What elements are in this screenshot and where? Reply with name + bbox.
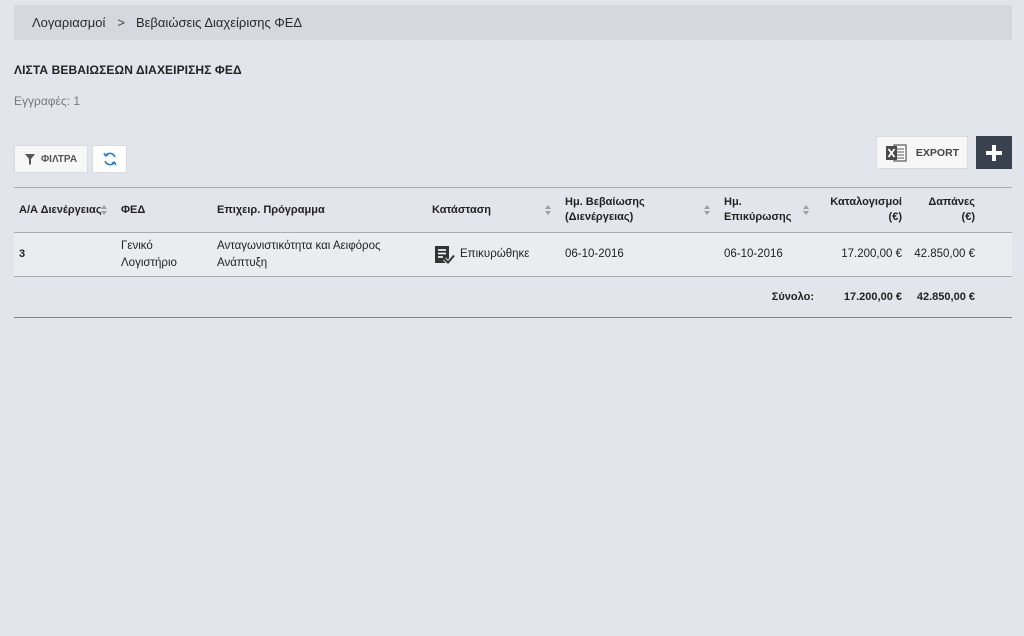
- export-button[interactable]: EXPORT: [876, 136, 968, 169]
- excel-icon: [885, 143, 907, 162]
- breadcrumb-separator: >: [117, 15, 125, 30]
- export-label: EXPORT: [915, 146, 960, 159]
- status-label: Επικυρώθηκε: [460, 248, 530, 260]
- table-total-row: Σύνολο: 17.200,00 € 42.850,00 €: [14, 277, 1012, 318]
- add-button[interactable]: [976, 136, 1012, 169]
- records-count: Εγγραφές: 1: [14, 94, 81, 108]
- cell-aa: 3: [19, 248, 26, 260]
- cell-status: Επικυρώθηκε: [434, 233, 564, 276]
- plus-icon: [986, 144, 1002, 161]
- page-title: ΛΙΣΤΑ ΒΕΒΑΙΩΣΕΩΝ ΔΙΑΧΕΙΡΙΣΗΣ ΦΕΔ: [14, 63, 242, 77]
- cell-program: Ανταγωνιστικότητα και Αειφόρος Ανάπτυξη: [217, 239, 381, 269]
- sort-icon[interactable]: [704, 205, 711, 215]
- column-header-confirmation-date[interactable]: Ημ. Βεβαίωσης (Διενέργειας): [565, 188, 665, 232]
- total-charges: 17.200,00 €: [843, 291, 902, 303]
- column-header-status[interactable]: Κατάσταση: [432, 188, 542, 232]
- cell-expenses: 42.850,00 €: [914, 248, 975, 260]
- table-row[interactable]: 3 Γενικό Λογιστήριο Ανταγωνιστικότητα κα…: [14, 232, 1012, 277]
- refresh-icon: [102, 152, 117, 166]
- breadcrumb: Λογαριασμοί > Βεβαιώσεις Διαχείρισης ΦΕΔ: [14, 5, 1012, 40]
- column-header-expenses: Δαπάνες (€): [928, 196, 975, 223]
- column-header-aa[interactable]: Α/Α Διενέργειας: [19, 188, 104, 232]
- filters-label: ΦΙΛΤΡΑ: [40, 153, 78, 165]
- table-header-row: Α/Α Διενέργειας ΦΕΔ Επιχειρ. Πρόγραμμα Κ…: [14, 188, 1012, 232]
- cell-confirmation-date: 06-10-2016: [565, 248, 624, 260]
- sort-icon[interactable]: [803, 205, 810, 215]
- filters-button[interactable]: ΦΙΛΤΡΑ: [14, 145, 88, 173]
- sort-icon[interactable]: [545, 205, 552, 215]
- total-label: Σύνολο:: [771, 291, 814, 303]
- breadcrumb-item-current: Βεβαιώσεις Διαχείρισης ΦΕΔ: [135, 15, 303, 30]
- filter-icon: [24, 153, 35, 165]
- sort-icon[interactable]: [101, 205, 108, 215]
- column-header-validation-date[interactable]: Ημ. Επικύρωσης: [724, 188, 804, 232]
- validated-document-icon: [435, 245, 455, 265]
- column-header-charges: Καταλογισμοί (€): [830, 196, 902, 223]
- breadcrumb-item-accounts[interactable]: Λογαριασμοί: [32, 15, 105, 30]
- column-header-program: Επιχειρ. Πρόγραμμα: [217, 203, 325, 216]
- column-header-fed: ΦΕΔ: [121, 203, 146, 216]
- cell-validation-date: 06-10-2016: [724, 248, 783, 260]
- refresh-button[interactable]: [92, 145, 127, 173]
- cell-charges: 17.200,00 €: [841, 248, 902, 260]
- cell-fed: Γενικό Λογιστήριο: [121, 239, 177, 269]
- total-expenses: 42.850,00 €: [916, 291, 975, 303]
